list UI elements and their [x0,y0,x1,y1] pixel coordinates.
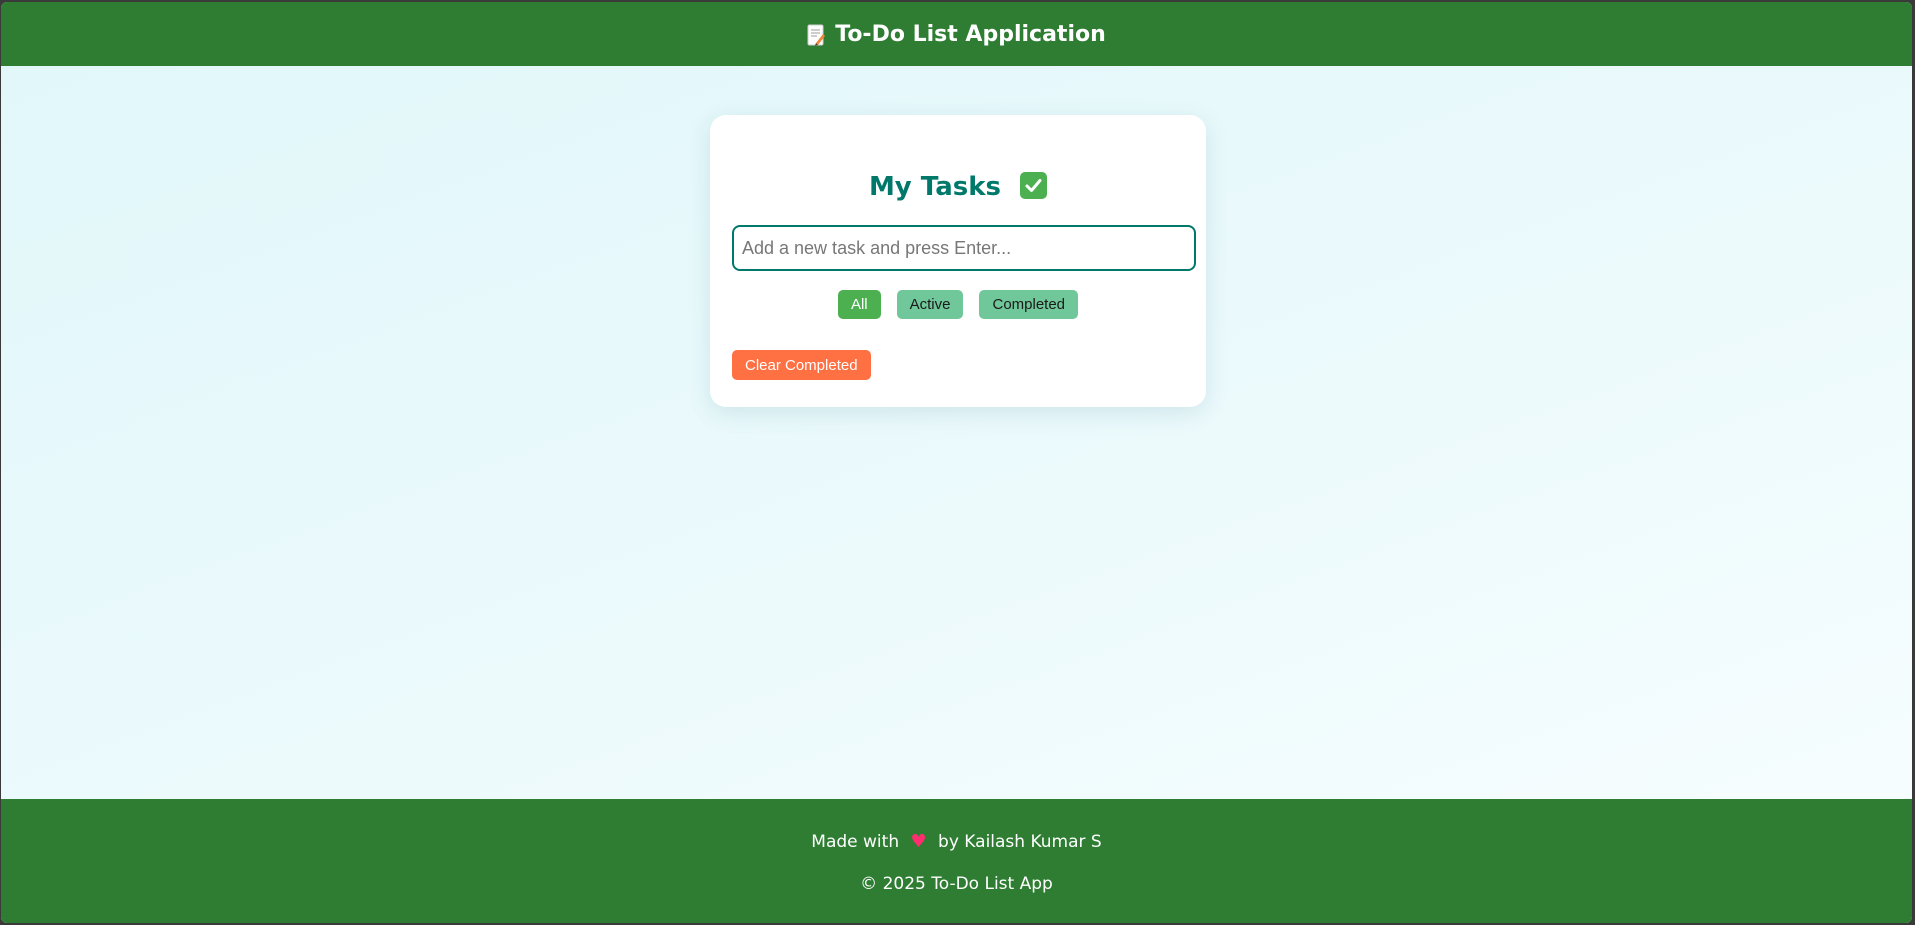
filter-completed-button[interactable]: Completed [979,290,1079,319]
filter-all-button[interactable]: All [837,290,881,319]
app-footer: Made with ♥ by Kailash Kumar S © 2025 To… [1,799,1912,923]
filter-active-button[interactable]: Active [896,290,964,319]
clear-completed-button[interactable]: Clear Completed [732,350,871,380]
check-mark-button-icon [1020,172,1048,199]
app-title: To-Do List Application [835,21,1106,47]
footer-made-prefix: Made with [811,832,900,852]
app-header: To-Do List Application [1,2,1912,66]
new-task-input[interactable] [732,225,1196,271]
card-title-row: My Tasks [710,167,1206,207]
heart-icon: ♥ [910,831,927,852]
footer-made-suffix: by Kailash Kumar S [938,832,1102,852]
memo-icon [807,24,826,46]
card-title: My Tasks [868,172,1001,202]
footer-copyright: © 2025 To-Do List App [860,874,1053,894]
footer-credit: Made with ♥ by Kailash Kumar S [1,830,1912,854]
app-window: To-Do List Application My Tasks All Acti… [1,2,1912,923]
filter-group: All Active Completed [710,290,1206,319]
tasks-card: My Tasks All Active Completed Clear Comp… [710,115,1206,407]
